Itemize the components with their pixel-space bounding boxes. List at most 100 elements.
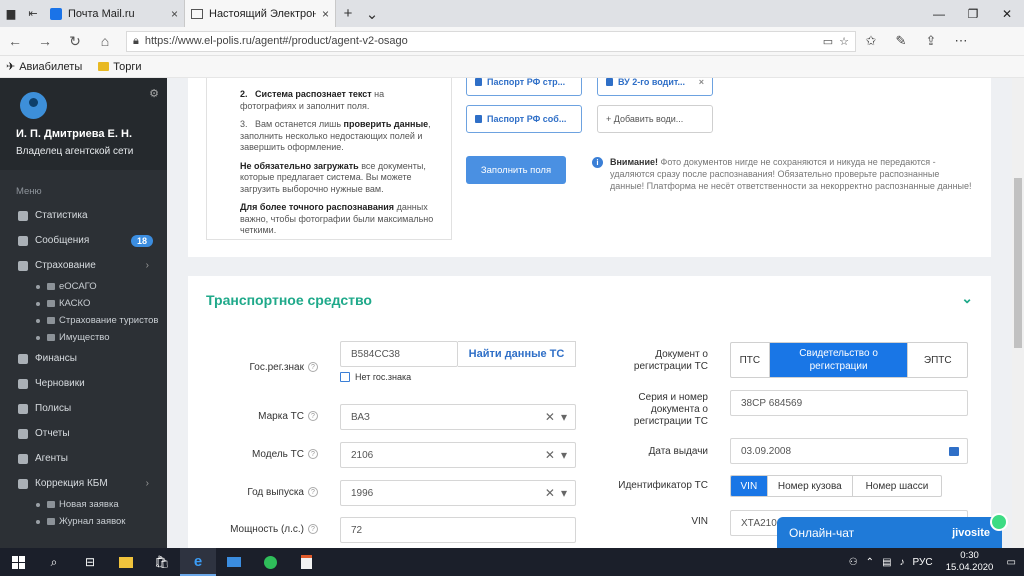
dropdown-caret-icon[interactable]: ▾	[561, 448, 567, 462]
whatsapp-icon[interactable]	[252, 548, 288, 576]
mail-icon[interactable]	[216, 548, 252, 576]
file-explorer-icon[interactable]	[108, 548, 144, 576]
menu-header: Меню	[16, 186, 42, 197]
doc-option-pts[interactable]: ПТС	[731, 343, 769, 377]
notes-pen-icon[interactable]: ✎	[886, 33, 916, 49]
sidebar-item-statistics[interactable]: Статистика	[0, 203, 167, 228]
sidebar-subitem-eosago[interactable]: еОСАГО	[0, 278, 167, 295]
upload-passport-page-button[interactable]: Паспорт РФ стр...	[466, 78, 582, 96]
sidebar-item-messages[interactable]: Сообщения 18	[0, 228, 167, 253]
clock[interactable]: 0:30 15.04.2020	[941, 550, 999, 574]
task-view-icon[interactable]: ⊟	[72, 548, 108, 576]
help-icon[interactable]: ?	[308, 449, 318, 460]
back-arrow-icon[interactable]: ←	[0, 33, 30, 49]
address-input[interactable]: 🔒︎ https://www.el-polis.ru/agent#/produc…	[126, 30, 856, 52]
series-input[interactable]: 38СР 684569	[730, 390, 968, 416]
tab-el-polis[interactable]: Настоящий Электронн ×	[184, 0, 336, 27]
avatar[interactable]	[20, 92, 47, 119]
chevron-down-icon[interactable]: ⌄	[961, 290, 973, 307]
notifications-icon[interactable]: ▭	[1007, 557, 1016, 568]
people-icon[interactable]: ⚇	[849, 557, 858, 568]
gear-icon[interactable]: ⚙	[149, 87, 159, 100]
sidebar-item-drafts[interactable]: Черновики	[0, 371, 167, 396]
step3-pre: Вам останется лишь	[255, 119, 342, 129]
dropdown-caret-icon[interactable]: ▾	[561, 410, 567, 424]
sidebar-subitem-new-request[interactable]: Новая заявка	[0, 496, 167, 513]
fav-torgi[interactable]: Торги	[98, 61, 142, 73]
share-icon[interactable]: ⇪	[916, 33, 946, 49]
dropdown-caret-icon[interactable]: ▾	[561, 486, 567, 500]
doc-option-certificate[interactable]: Свидетельство о регистрации	[768, 343, 908, 377]
id-option-vin[interactable]: VIN	[731, 476, 767, 496]
clear-icon[interactable]: ✕	[545, 448, 555, 462]
edge-browser-icon[interactable]: e	[180, 548, 216, 576]
remove-icon[interactable]: ×	[699, 78, 704, 87]
forward-arrow-icon[interactable]: →	[30, 33, 60, 49]
sidebar-item-insurance[interactable]: Страхование ›	[0, 253, 167, 278]
more-icon[interactable]: ⋯	[946, 33, 976, 49]
model-select[interactable]: 2106 ✕ ▾	[340, 442, 576, 468]
sidebar-subitem-request-log[interactable]: Журнал заявок	[0, 513, 167, 530]
sidebar-subitem-kasko[interactable]: КАСКО	[0, 295, 167, 312]
store-icon[interactable]: 🛍︎	[144, 548, 180, 576]
sidebar-item-reports[interactable]: Отчеты	[0, 421, 167, 446]
sidebar-item-agents[interactable]: Агенты	[0, 446, 167, 471]
online-chat-widget[interactable]: Онлайн-чат jivosite	[777, 513, 1008, 548]
tab-mail[interactable]: Почта Mail.ru ×	[44, 0, 184, 27]
car-icon	[47, 300, 55, 307]
clear-icon[interactable]: ✕	[545, 410, 555, 424]
upload-owner-passport-button[interactable]: Паспорт РФ соб...	[466, 105, 582, 133]
search-icon[interactable]: ⌕	[36, 548, 72, 576]
tab-actions-icon[interactable]: ▆	[0, 0, 22, 27]
page-scrollbar[interactable]	[1012, 78, 1024, 548]
network-icon[interactable]: ▤	[882, 557, 891, 568]
keyboard-language[interactable]: РУС	[913, 557, 933, 568]
new-tab-button[interactable]: +	[336, 0, 360, 27]
sidebar-item-finance[interactable]: Финансы	[0, 346, 167, 371]
calendar-icon[interactable]	[949, 446, 959, 456]
document-app-icon[interactable]	[288, 548, 324, 576]
close-tab-icon[interactable]: ×	[322, 7, 329, 21]
upload-license-button[interactable]: ВУ 2-го водит... ×	[597, 78, 713, 96]
id-option-chassis-number[interactable]: Номер шасси	[851, 476, 941, 496]
year-label-text: Год выпуска	[247, 487, 304, 498]
plate-input[interactable]: В584СС38	[340, 341, 458, 367]
help-icon[interactable]: ?	[308, 487, 318, 498]
checkbox-box[interactable]	[340, 372, 350, 382]
no-plate-checkbox[interactable]: Нет гос.знака	[340, 372, 411, 382]
favorites-icon[interactable]: ✩	[856, 33, 886, 49]
help-icon[interactable]: ?	[308, 362, 318, 373]
restore-icon[interactable]: ❐	[956, 0, 990, 27]
clear-icon[interactable]: ✕	[545, 486, 555, 500]
brand-select[interactable]: ВАЗ ✕ ▾	[340, 404, 576, 430]
tab-list-chevron-icon[interactable]: ⌄	[360, 0, 384, 27]
issue-date-input[interactable]: 03.09.2008	[730, 438, 968, 464]
sidebar-subitem-property[interactable]: Имущество	[0, 329, 167, 346]
add-driver-button[interactable]: + Добавить води...	[597, 105, 713, 133]
reading-view-icon[interactable]: ▭	[823, 35, 833, 48]
minimize-icon[interactable]: —	[922, 0, 956, 27]
fill-fields-button[interactable]: Заполнить поля	[466, 156, 566, 184]
sidebar-item-kbm[interactable]: Коррекция КБМ ›	[0, 471, 167, 496]
scrollbar-thumb[interactable]	[1014, 178, 1022, 348]
find-vehicle-button[interactable]: Найти данные ТС	[458, 341, 576, 367]
favorite-star-icon[interactable]: ☆	[839, 35, 849, 48]
year-select[interactable]: 1996 ✕ ▾	[340, 480, 576, 506]
doc-option-epts[interactable]: ЭПТС	[907, 343, 967, 377]
id-option-body-number[interactable]: Номер кузова	[766, 476, 852, 496]
close-window-icon[interactable]: ✕	[990, 0, 1024, 27]
sidebar-subitem-tourists[interactable]: Страхование туристов	[0, 312, 167, 329]
refresh-icon[interactable]: ↻	[60, 33, 90, 50]
help-icon[interactable]: ?	[308, 524, 318, 535]
fav-aviabilety[interactable]: ✈ Авиабилеты	[6, 60, 82, 74]
home-icon[interactable]: ⌂	[90, 33, 120, 49]
close-tab-icon[interactable]: ×	[171, 7, 178, 21]
start-button[interactable]	[0, 548, 36, 576]
set-aside-tabs-icon[interactable]: ⇤	[22, 0, 44, 27]
help-icon[interactable]: ?	[308, 411, 318, 422]
power-input[interactable]: 72	[340, 517, 576, 543]
step3-bold: проверить данные	[343, 119, 429, 129]
volume-icon[interactable]: ♪	[900, 557, 905, 568]
tray-chevron-up-icon[interactable]: ⌃	[866, 557, 874, 568]
sidebar-item-policies[interactable]: Полисы	[0, 396, 167, 421]
